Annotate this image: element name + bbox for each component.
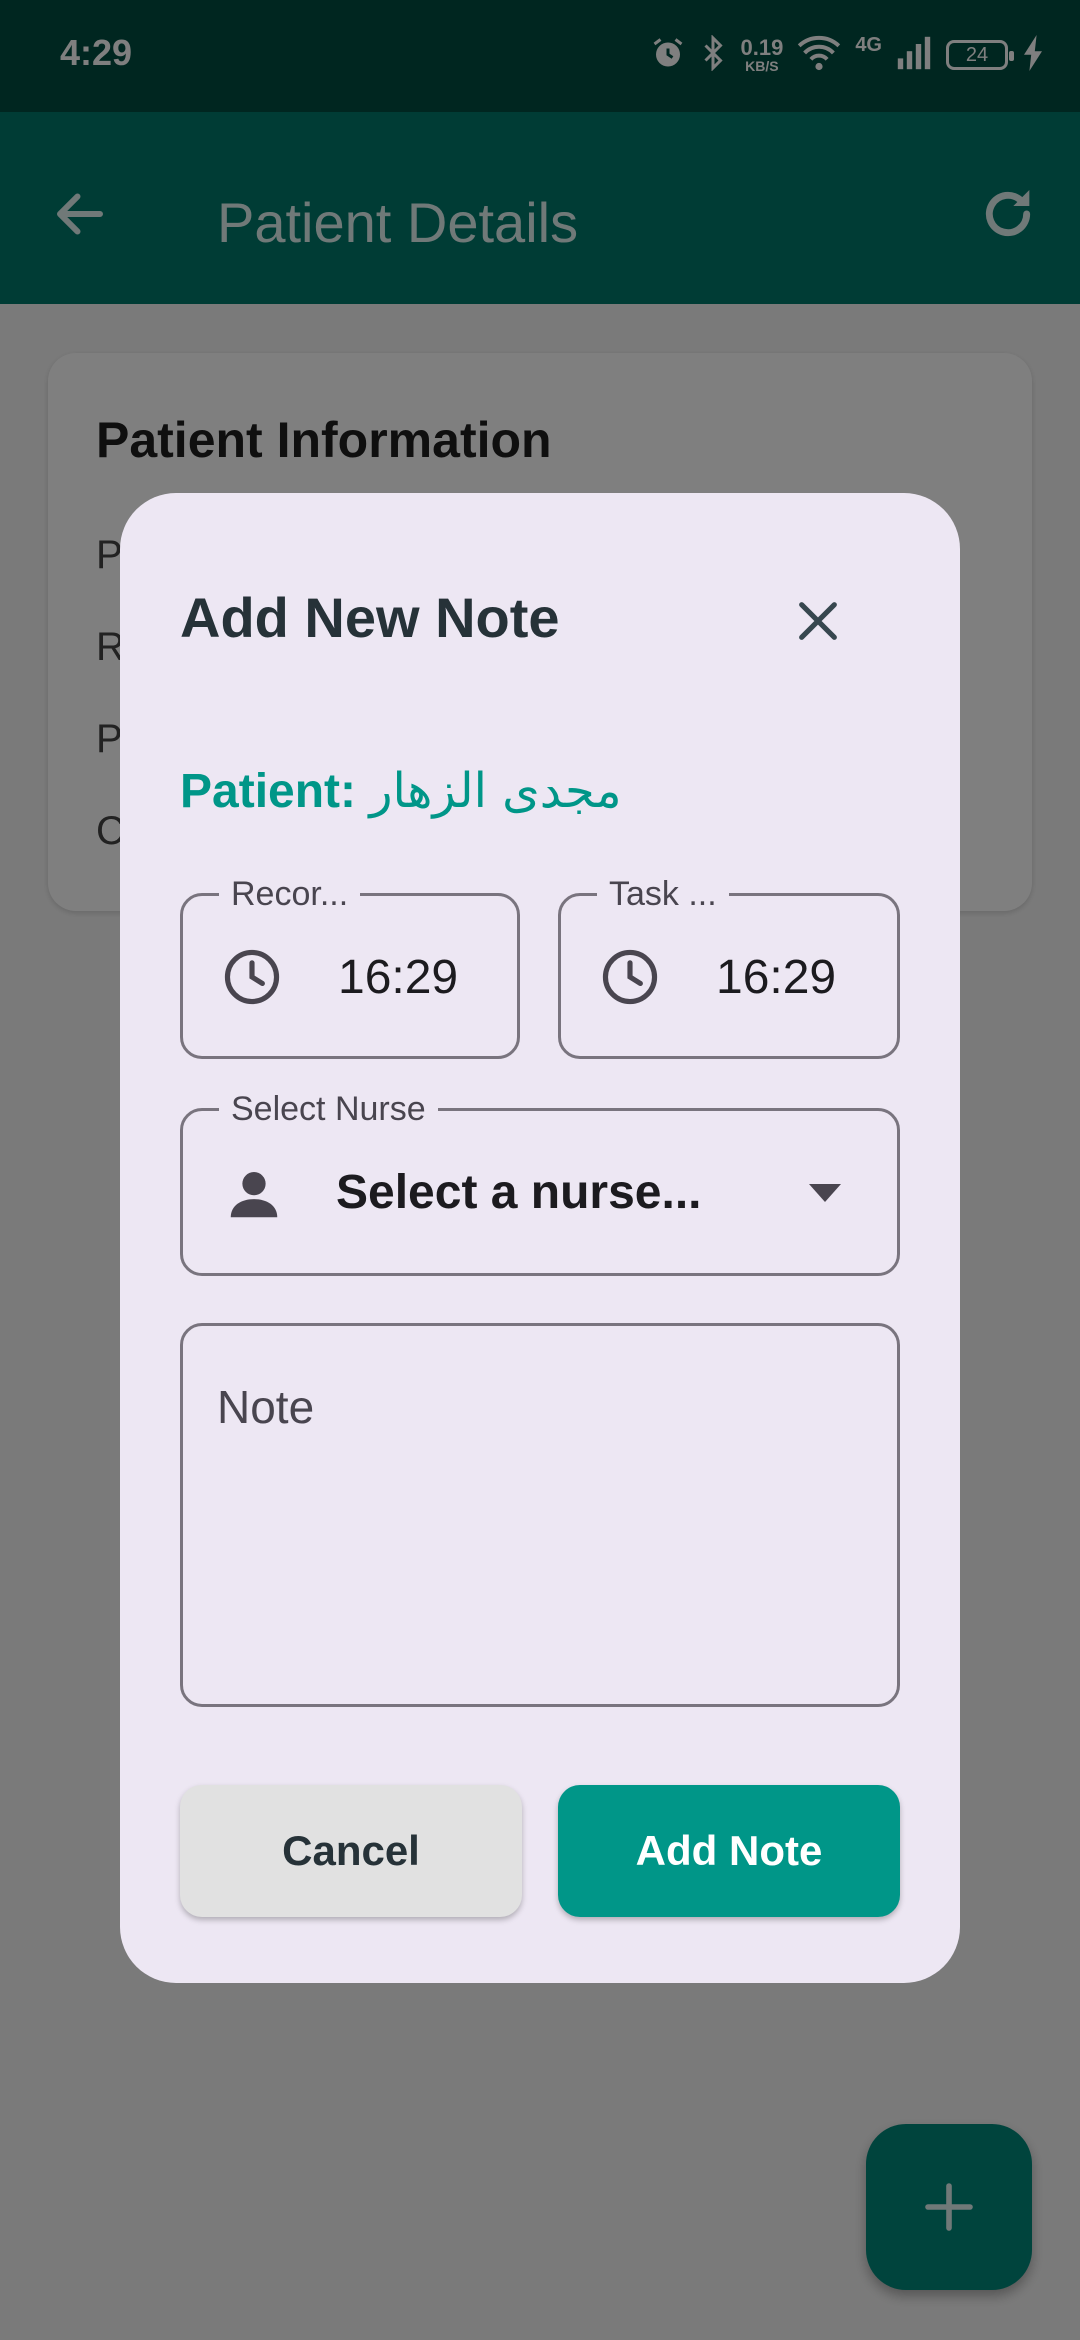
- screen: 4:29 0.19 KB/S 4G 24: [0, 0, 1080, 2340]
- nurse-select-value: Select a nurse...: [336, 1166, 702, 1219]
- patient-label: Patient:: [180, 765, 357, 818]
- nurse-select-label: Select Nurse: [219, 1089, 438, 1129]
- task-time-label: Task ...: [597, 874, 729, 914]
- clock-icon: [221, 946, 283, 1013]
- chevron-down-icon: [805, 1177, 845, 1212]
- nurse-select[interactable]: Select Nurse Select a nurse...: [180, 1089, 900, 1276]
- add-note-button[interactable]: Add Note: [558, 1785, 900, 1917]
- note-field[interactable]: Note: [180, 1323, 900, 1707]
- note-placeholder: Note: [217, 1381, 315, 1433]
- clock-icon: [599, 946, 661, 1013]
- task-time-value: 16:29: [716, 951, 837, 1004]
- close-icon: [799, 602, 837, 640]
- person-icon: [223, 1163, 285, 1230]
- record-time-label: Recor...: [219, 874, 361, 914]
- add-note-dialog: Add New Note Patient: مجدى الزهار Recor.…: [120, 493, 960, 1983]
- task-time-field[interactable]: Task ... 16:29: [558, 874, 900, 1059]
- record-time-value: 16:29: [338, 951, 459, 1004]
- dialog-title: Add New Note: [180, 586, 560, 649]
- patient-line: Patient: مجدى الزهار: [180, 763, 622, 819]
- cancel-button[interactable]: Cancel: [180, 1785, 522, 1917]
- record-time-field[interactable]: Recor... 16:29: [180, 874, 520, 1059]
- close-button[interactable]: [790, 593, 846, 649]
- patient-name: مجدى الزهار: [369, 763, 622, 819]
